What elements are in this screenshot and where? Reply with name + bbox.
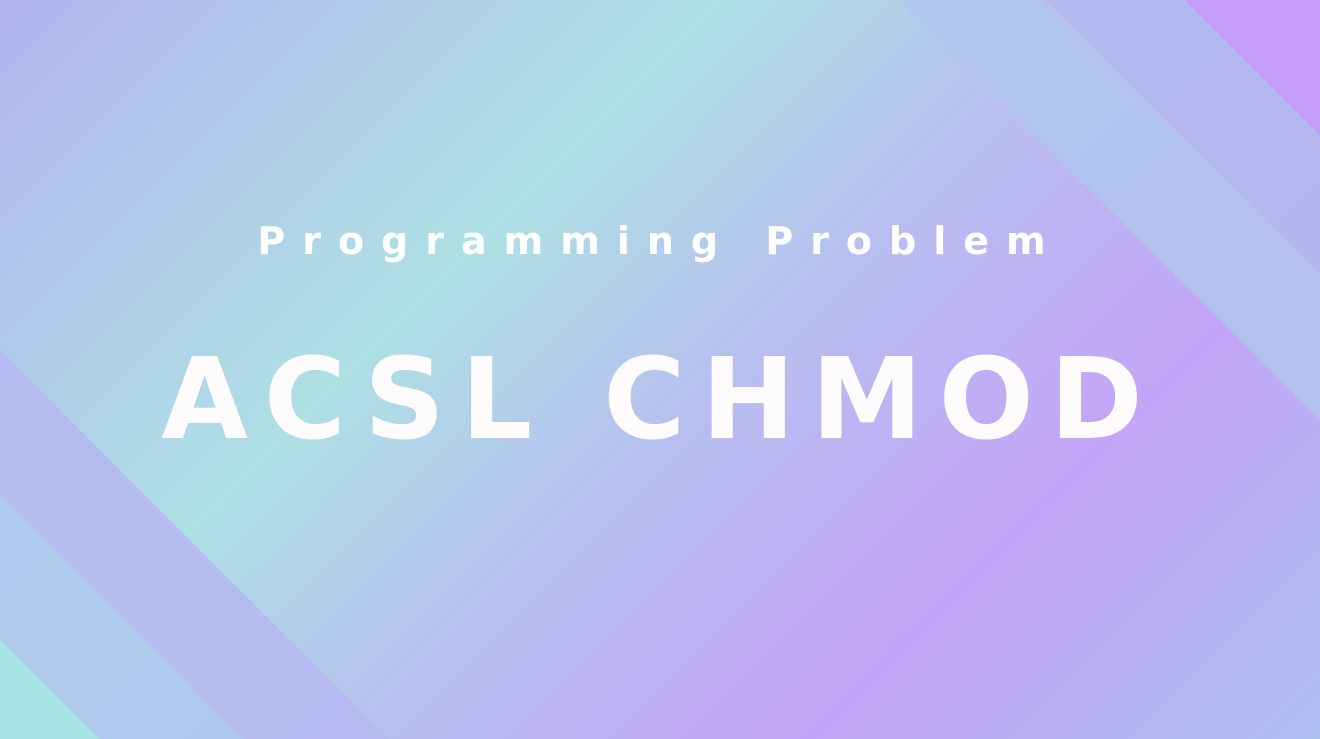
- title-banner: Programming Problem ACSL CHMOD: [0, 0, 1320, 739]
- page-title: ACSL CHMOD: [161, 335, 1159, 465]
- subtitle: Programming Problem: [257, 219, 1063, 263]
